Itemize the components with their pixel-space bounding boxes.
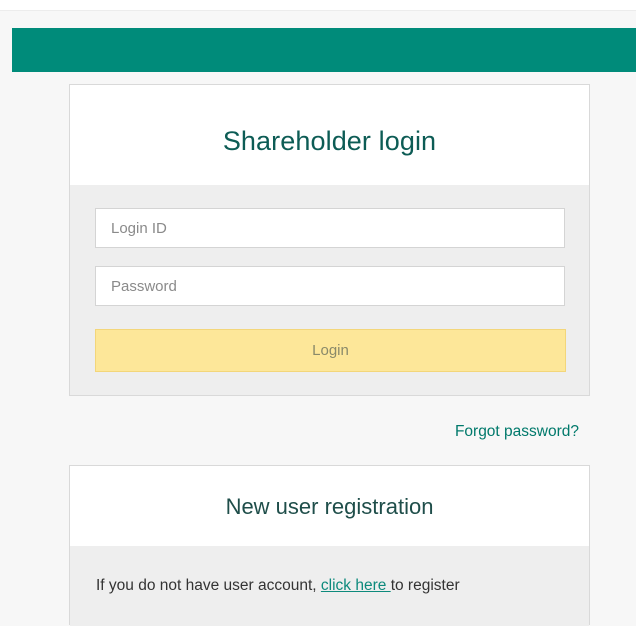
header-bar [12, 28, 636, 72]
login-title: Shareholder login [70, 85, 589, 185]
top-strip [0, 0, 636, 11]
register-link[interactable]: click here [321, 577, 391, 594]
registration-text-after: to register [390, 577, 460, 594]
registration-card: New user registration If you do not have… [69, 465, 590, 626]
login-id-input[interactable] [95, 208, 565, 248]
registration-text-before: If you do not have user account, [96, 577, 321, 594]
password-input[interactable] [95, 266, 565, 306]
login-card: Shareholder login Login [69, 84, 590, 396]
registration-text: If you do not have user account, click h… [96, 577, 460, 595]
login-form: Login [70, 185, 589, 395]
registration-body: If you do not have user account, click h… [70, 546, 589, 626]
login-button[interactable]: Login [95, 329, 566, 372]
forgot-password-link[interactable]: Forgot password? [455, 423, 579, 441]
registration-title: New user registration [70, 466, 589, 546]
